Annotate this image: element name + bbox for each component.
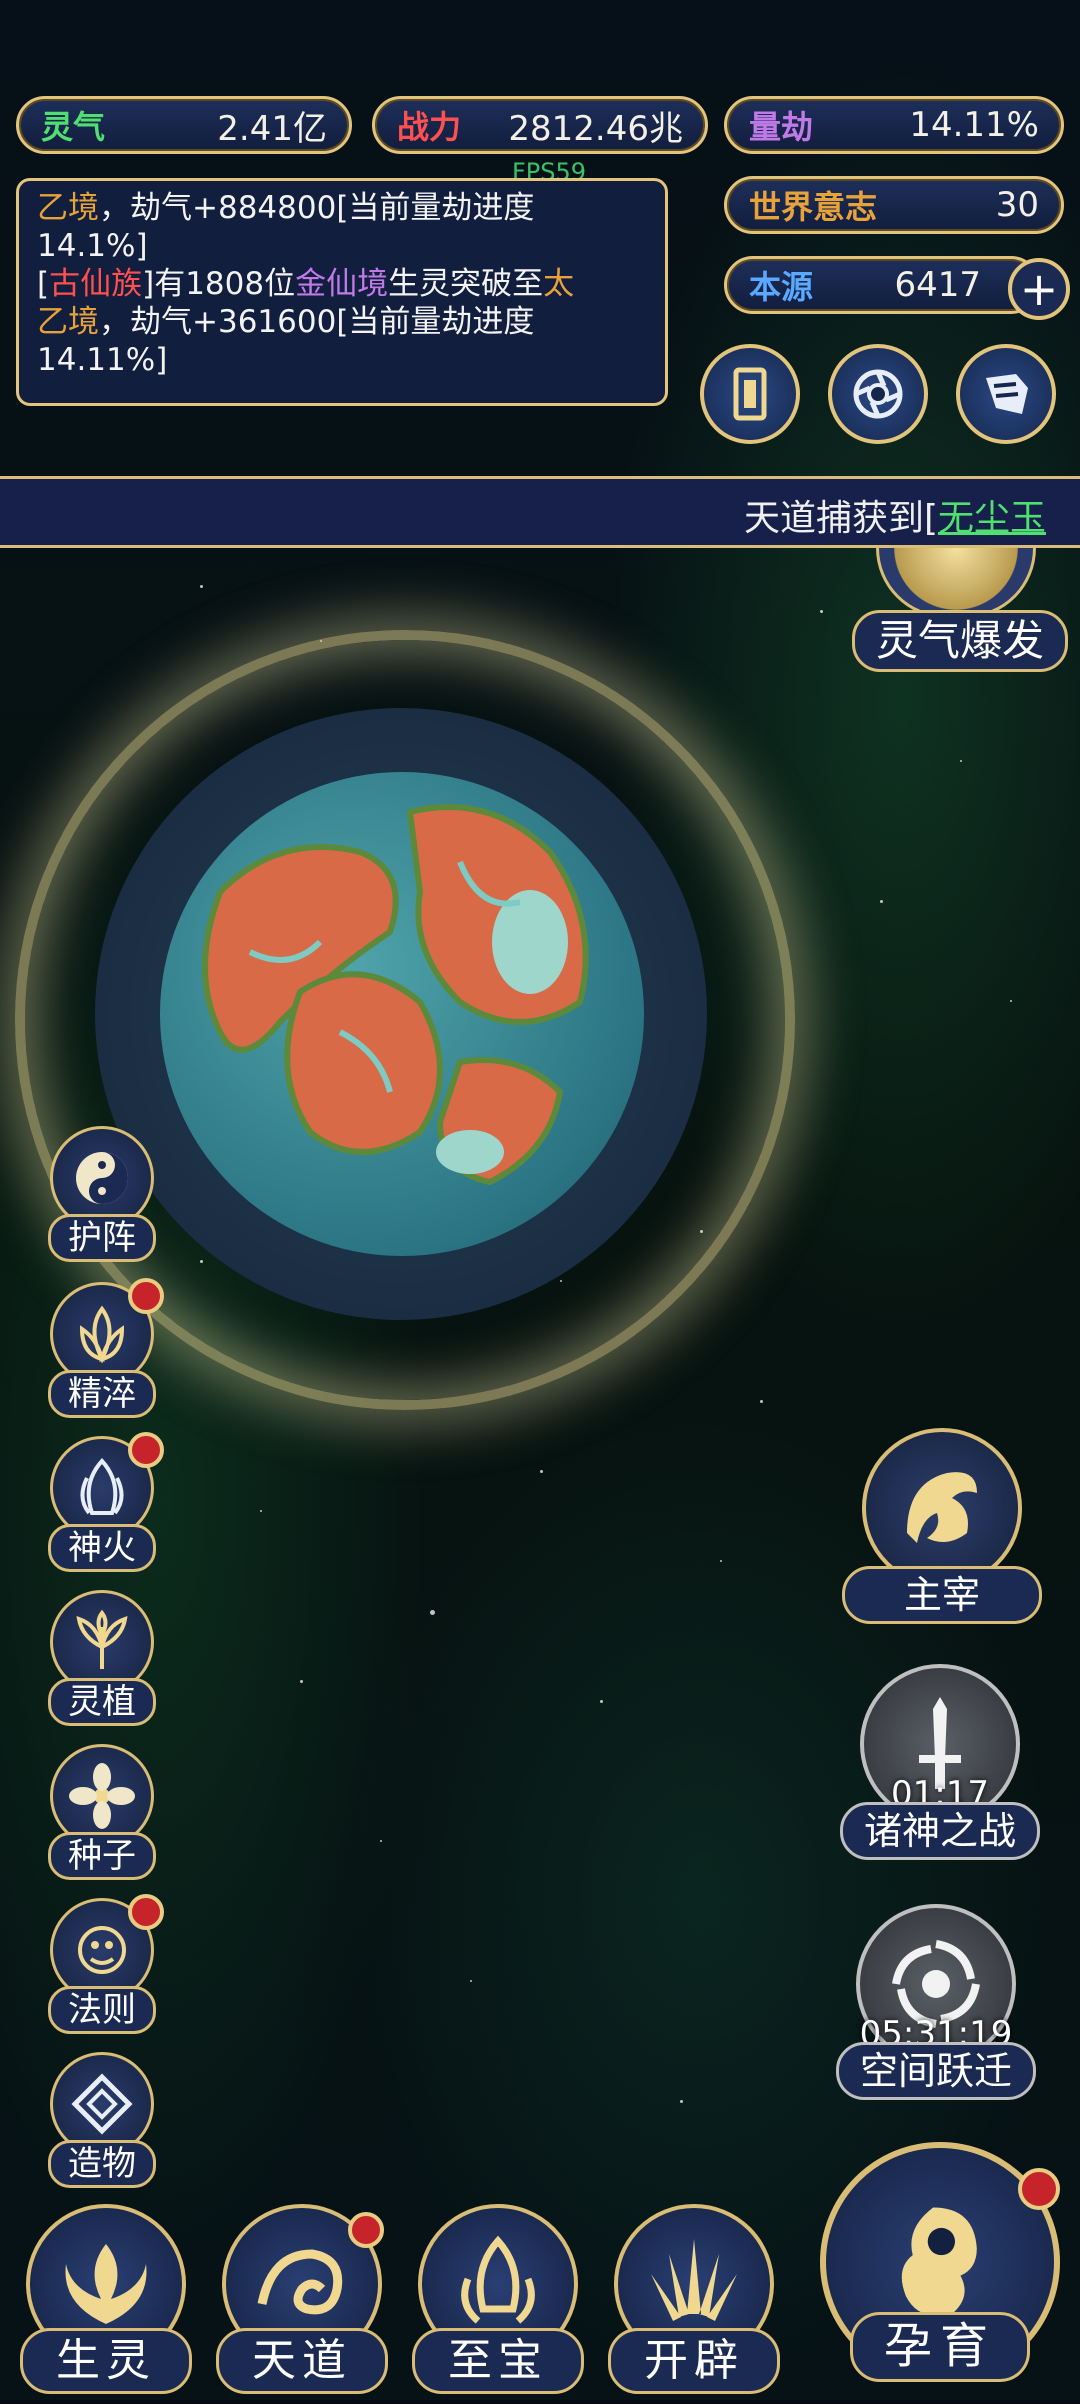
zhuzai-disc [862, 1428, 1022, 1588]
lotus-flame-icon [79, 1305, 125, 1364]
menu-zhushen[interactable]: 01:17 诸神之战 [840, 1664, 1040, 1864]
plus-icon: + [1019, 262, 1059, 316]
zhibao-label: 至宝 [412, 2328, 584, 2394]
notification-badge [1018, 2168, 1060, 2210]
log-text: ，劫气+884800[当前量劫进度 [99, 190, 535, 226]
burst-icon [876, 548, 1036, 618]
menu-shenhuo[interactable]: 神火 [42, 1432, 164, 1576]
menu-huzhen[interactable]: 护阵 [42, 1126, 162, 1266]
menu-zaowu[interactable]: 造物 [42, 2052, 162, 2192]
notification-badge [348, 2212, 384, 2248]
menu-faze[interactable]: 法则 [42, 1894, 164, 2038]
scroll-button[interactable] [956, 344, 1056, 444]
zhushen-label: 诸神之战 [840, 1802, 1040, 1860]
burst-label: 灵气爆发 [852, 610, 1068, 672]
lingqi-stat[interactable]: 灵气 2.41亿 [16, 96, 352, 154]
flower-icon [69, 1763, 135, 1829]
lingzhi-label: 灵植 [48, 1678, 156, 1726]
log-text: 生灵突破至 [388, 266, 544, 302]
yunyu-label: 孕育 [850, 2312, 1030, 2382]
notification-badge [128, 1894, 164, 1930]
zhanli-label: 战力 [397, 108, 462, 146]
wave-icon [257, 2249, 343, 2315]
scroll-icon [986, 374, 1028, 414]
log-text: 14.1%] [37, 228, 148, 264]
notification-badge [128, 1432, 164, 1468]
menu-jingcui[interactable]: 精淬 [42, 1278, 164, 1422]
menu-lingzhi[interactable]: 灵植 [42, 1590, 162, 1730]
tab-tiandao[interactable]: 天道 [212, 2204, 392, 2404]
treasure-flame-icon [461, 2235, 535, 2324]
tab-zhibao[interactable]: 至宝 [408, 2204, 588, 2404]
fire-icon [80, 1458, 124, 1515]
zhanli-value: 2812.46兆 [508, 108, 683, 149]
log-realm: 金仙境 [295, 266, 389, 302]
faze-label: 法则 [48, 1986, 156, 2034]
notice-text: 天道捕获到[无尘玉 [744, 489, 1046, 541]
card-icon [733, 367, 767, 421]
log-realm: 太 [543, 266, 575, 302]
liangjie-label: 量劫 [749, 108, 814, 146]
kaipi-label: 开辟 [608, 2328, 780, 2394]
kongjian-label: 空间跃迁 [836, 2042, 1036, 2100]
shijie-label: 世界意志 [749, 188, 878, 226]
log-text: ，劫气+361600[当前量劫进度 [99, 304, 535, 340]
lingqi-value: 2.41亿 [217, 108, 327, 149]
zaowu-label: 造物 [48, 2140, 156, 2188]
rune-icon [78, 1926, 126, 1974]
notification-badge [128, 1278, 164, 1314]
zhuzai-label: 主宰 [842, 1566, 1042, 1624]
log-realm: 乙境 [37, 304, 99, 340]
tab-kaipi[interactable]: 开辟 [604, 2204, 784, 2404]
tab-shengling[interactable]: 生灵 [16, 2204, 196, 2404]
yin-yang-icon [76, 1152, 128, 1204]
benyuan-value: 6417 [894, 265, 981, 305]
liangjie-stat[interactable]: 量劫 14.11% [724, 96, 1064, 154]
jingcui-label: 精淬 [48, 1370, 156, 1418]
log-race: 古仙族 [49, 266, 143, 302]
liangjie-value: 14.11% [909, 105, 1039, 145]
notice-banner: 天道捕获到[无尘玉 [0, 476, 1080, 548]
lingqi-label: 灵气 [41, 108, 106, 146]
benyuan-label: 本源 [749, 268, 814, 306]
benyuan-stat[interactable]: 本源 6417 [724, 256, 1040, 314]
log-realm: 乙境 [37, 190, 99, 226]
notice-item-link[interactable]: 无尘玉 [938, 498, 1046, 539]
notice-prefix: 天道捕获到[ [743, 498, 938, 539]
log-text: ]有1808位 [142, 266, 296, 302]
phoenix-icon [65, 2244, 147, 2324]
portal-button[interactable] [828, 344, 928, 444]
card-button[interactable] [700, 344, 800, 444]
zhongzi-label: 种子 [48, 1832, 156, 1880]
lingqi-burst-button[interactable]: 灵气爆发 [852, 548, 1072, 688]
dragon-icon [907, 1472, 977, 1543]
continents [202, 804, 589, 1186]
menu-kongjian[interactable]: 05:31:19 空间跃迁 [836, 1904, 1036, 2104]
log-text: 14.11%] [37, 342, 168, 378]
huzhen-label: 护阵 [48, 1214, 156, 1262]
menu-zhongzi[interactable]: 种子 [42, 1744, 162, 1884]
menu-zhuzai[interactable]: 主宰 [842, 1428, 1042, 1628]
shengling-label: 生灵 [20, 2328, 192, 2394]
planet[interactable] [160, 772, 644, 1256]
log-text: [ [37, 266, 50, 302]
zhanli-stat[interactable]: 战力 2812.46兆 [372, 96, 708, 154]
tiandao-label: 天道 [216, 2328, 388, 2394]
tab-yunyu[interactable]: 孕育 [810, 2132, 1070, 2392]
shijie-value: 30 [995, 185, 1039, 225]
shijie-stat[interactable]: 世界意志 30 [724, 176, 1064, 234]
blade-fan-icon [651, 2239, 737, 2321]
event-log: 乙境，劫气+884800[当前量劫进度 14.1%] [古仙族]有1808位金仙… [16, 178, 668, 406]
add-benyuan-button[interactable]: + [1008, 258, 1070, 320]
shenhuo-label: 神火 [48, 1524, 156, 1572]
plant-icon [76, 1609, 128, 1669]
portal-icon [853, 369, 903, 419]
diamond-icon [71, 2073, 133, 2135]
